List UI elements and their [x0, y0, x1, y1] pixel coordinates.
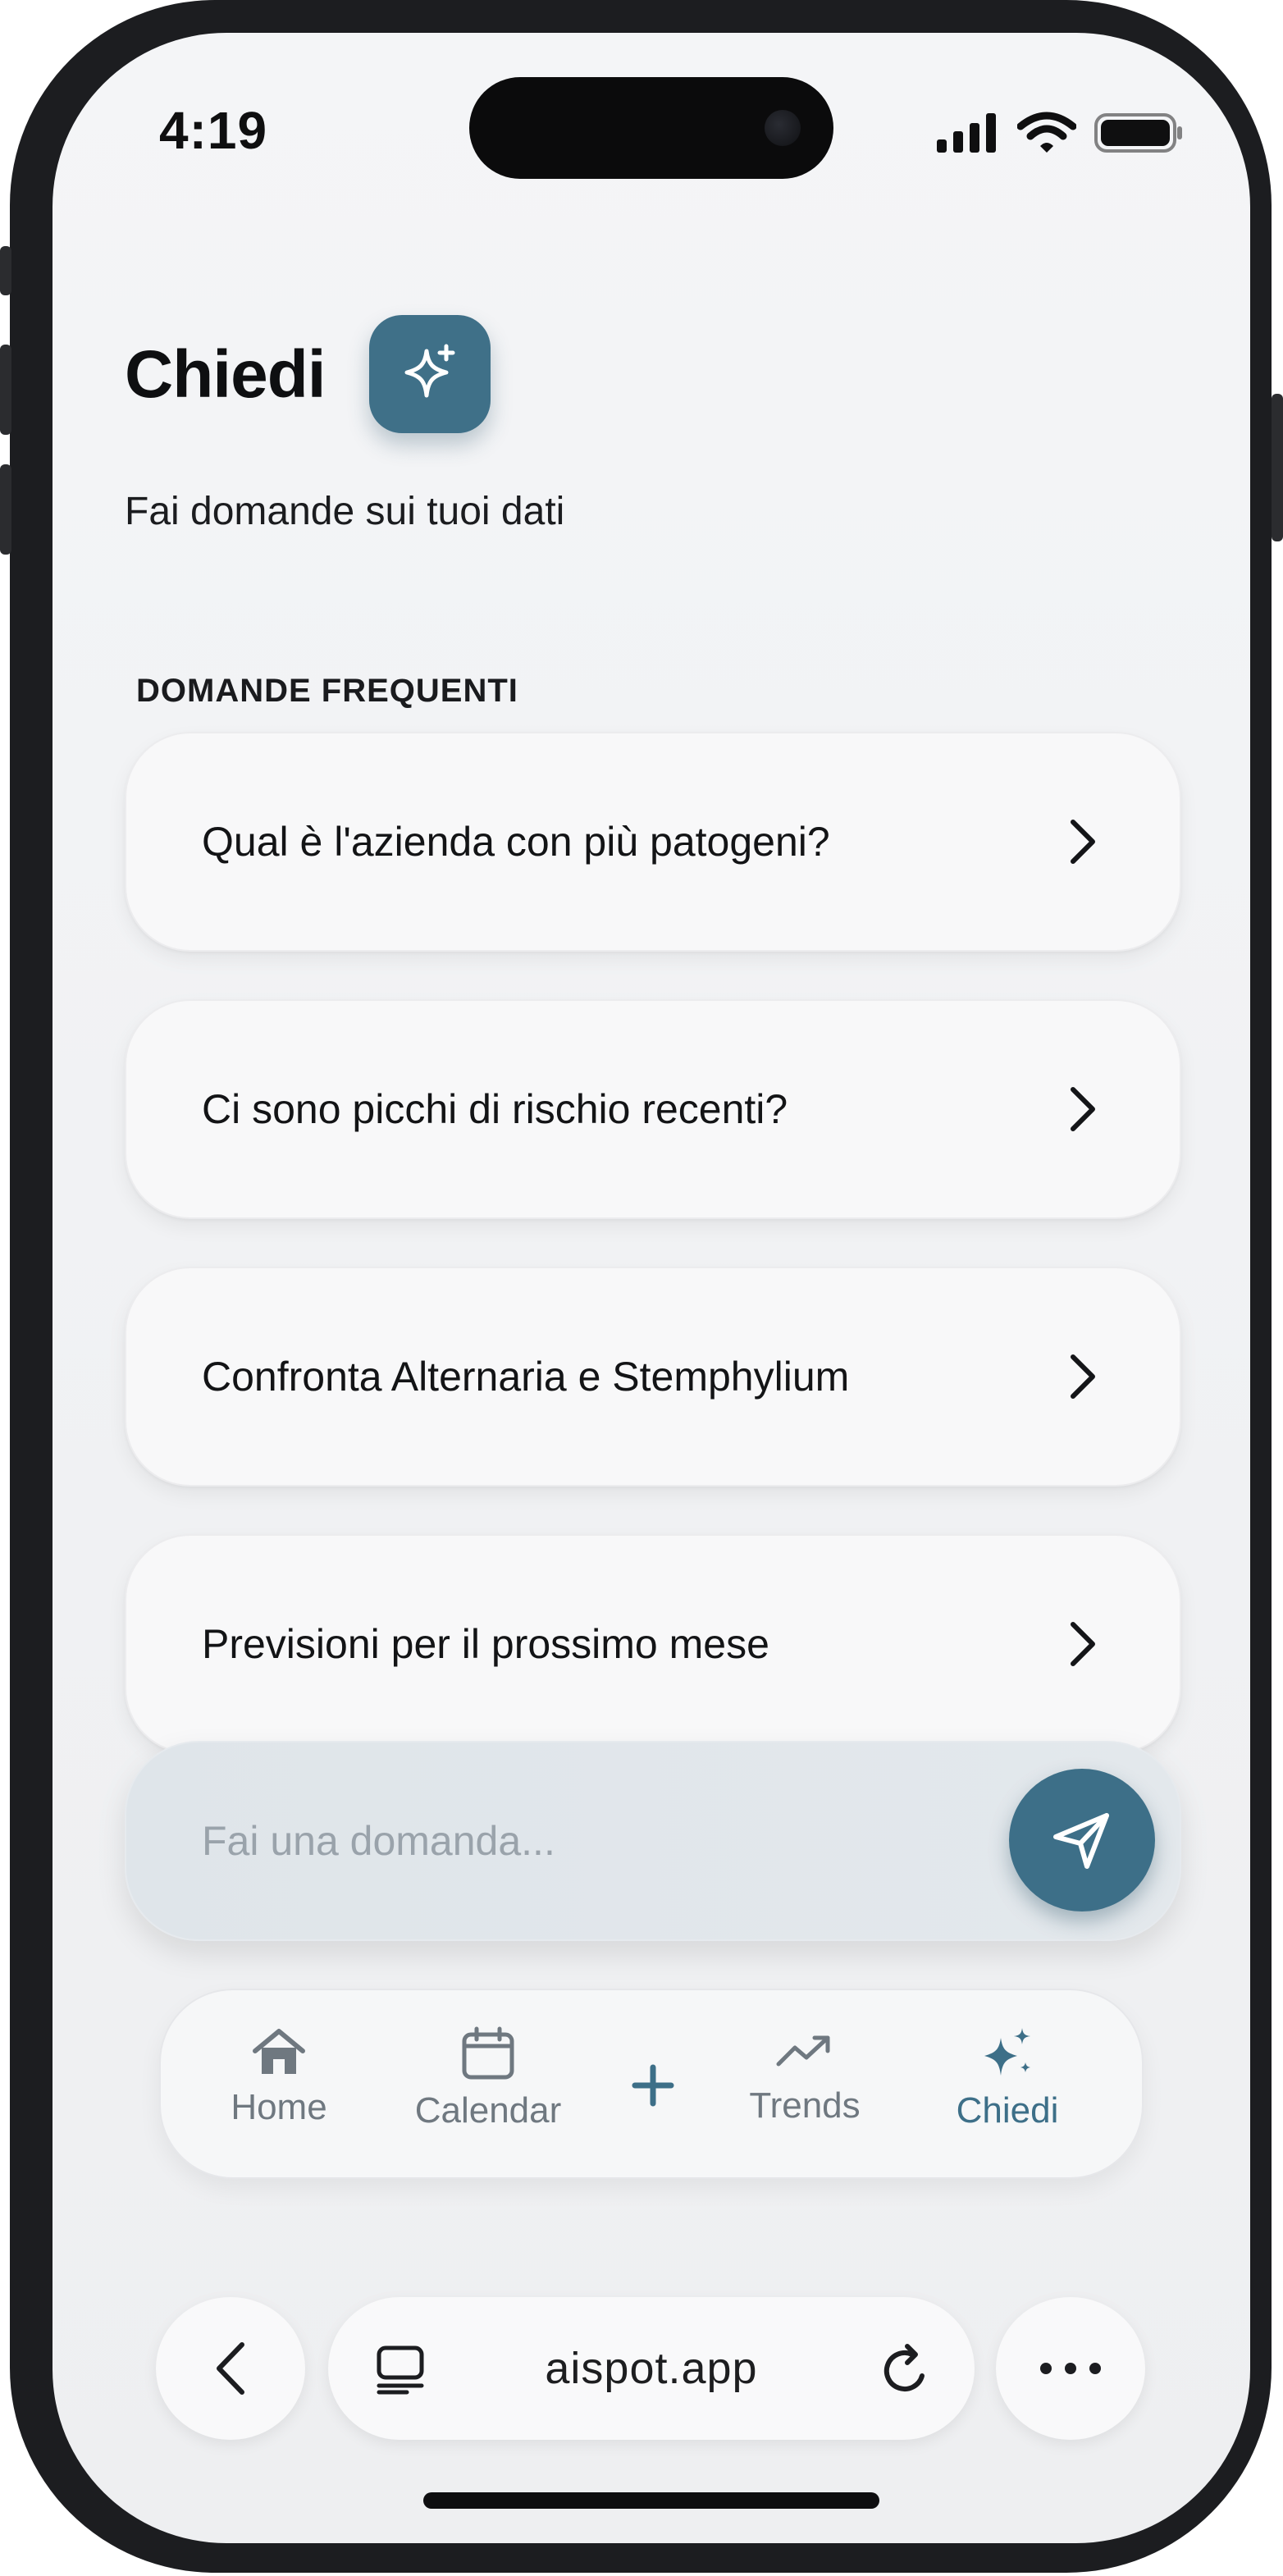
tab-bar: Home Calendar Trends Chiedi: [159, 1989, 1144, 2179]
browser-toolbar: aispot.app: [53, 2297, 1250, 2445]
faq-item-label: Previsioni per il prossimo mese: [202, 1621, 769, 1667]
tab-chiedi[interactable]: Chiedi: [934, 2026, 1081, 2131]
tab-chiedi-label: Chiedi: [956, 2090, 1059, 2131]
page-subtitle: Fai domande sui tuoi dati: [125, 490, 565, 533]
tab-trends[interactable]: Trends: [727, 2026, 883, 2126]
ask-input[interactable]: Fai una domanda...: [125, 1741, 1181, 1941]
chevron-right-icon: [1071, 820, 1095, 864]
chevron-right-icon: [1071, 1087, 1095, 1131]
browser-back-button[interactable]: [156, 2297, 305, 2440]
chevron-right-icon: [1071, 1354, 1095, 1399]
calendar-icon: [462, 2026, 514, 2080]
tab-home[interactable]: Home: [205, 2026, 353, 2128]
chevron-left-icon: [217, 2342, 244, 2395]
wifi-icon: [1017, 112, 1076, 153]
cellular-signal-icon: [937, 113, 996, 153]
status-time: 4:19: [159, 101, 268, 160]
side-button: [1272, 394, 1283, 541]
screen: 4:19 Chiedi Fai domande sui tuoi dati DO…: [53, 33, 1250, 2543]
faq-item[interactable]: Ci sono picchi di rischio recenti?: [125, 999, 1181, 1219]
home-indicator: [423, 2492, 879, 2509]
battery-icon: [1094, 113, 1182, 153]
chevron-right-icon: [1071, 1622, 1095, 1666]
tab-home-label: Home: [231, 2087, 327, 2127]
title-badge: [369, 315, 491, 433]
reload-icon: [883, 2344, 925, 2391]
faq-item[interactable]: Previsioni per il prossimo mese: [125, 1534, 1181, 1754]
browser-more-button[interactable]: [996, 2297, 1145, 2440]
tab-calendar[interactable]: Calendar: [402, 2026, 574, 2131]
tab-calendar-label: Calendar: [414, 2090, 562, 2131]
more-icon: [1040, 2363, 1101, 2374]
tab-trends-label: Trends: [749, 2085, 861, 2126]
phone-frame: 4:19 Chiedi Fai domande sui tuoi dati DO…: [10, 0, 1272, 2573]
tab-add[interactable]: [620, 2062, 686, 2108]
camera-icon: [765, 110, 801, 146]
action-button: [0, 246, 11, 295]
sparkle-icon: [984, 2028, 1030, 2076]
faq-section-label: DOMANDE FREQUENTI: [136, 673, 518, 709]
faq-item-label: Qual è l'azienda con più patogeni?: [202, 819, 830, 865]
volume-down-button: [0, 464, 11, 555]
faq-item[interactable]: Qual è l'azienda con più patogeni?: [125, 732, 1181, 952]
ask-input-placeholder: Fai una domanda...: [202, 1818, 555, 1864]
url-bar[interactable]: aispot.app: [328, 2297, 975, 2440]
home-icon: [253, 2029, 305, 2074]
dynamic-island: [469, 77, 833, 179]
send-icon: [1053, 1813, 1109, 1869]
faq-item[interactable]: Confronta Alternaria e Stemphylium: [125, 1267, 1181, 1487]
status-icons: [937, 112, 1185, 154]
send-button[interactable]: [1009, 1769, 1155, 1911]
faq-item-label: Ci sono picchi di rischio recenti?: [202, 1086, 788, 1132]
faq-item-label: Confronta Alternaria e Stemphylium: [202, 1354, 850, 1400]
trending-icon: [776, 2035, 830, 2067]
url-text: aispot.app: [545, 2344, 758, 2393]
volume-up-button: [0, 345, 11, 435]
sparkle-icon: [404, 344, 455, 398]
plus-icon: [632, 2064, 674, 2107]
page-title: Chiedi: [125, 337, 326, 412]
